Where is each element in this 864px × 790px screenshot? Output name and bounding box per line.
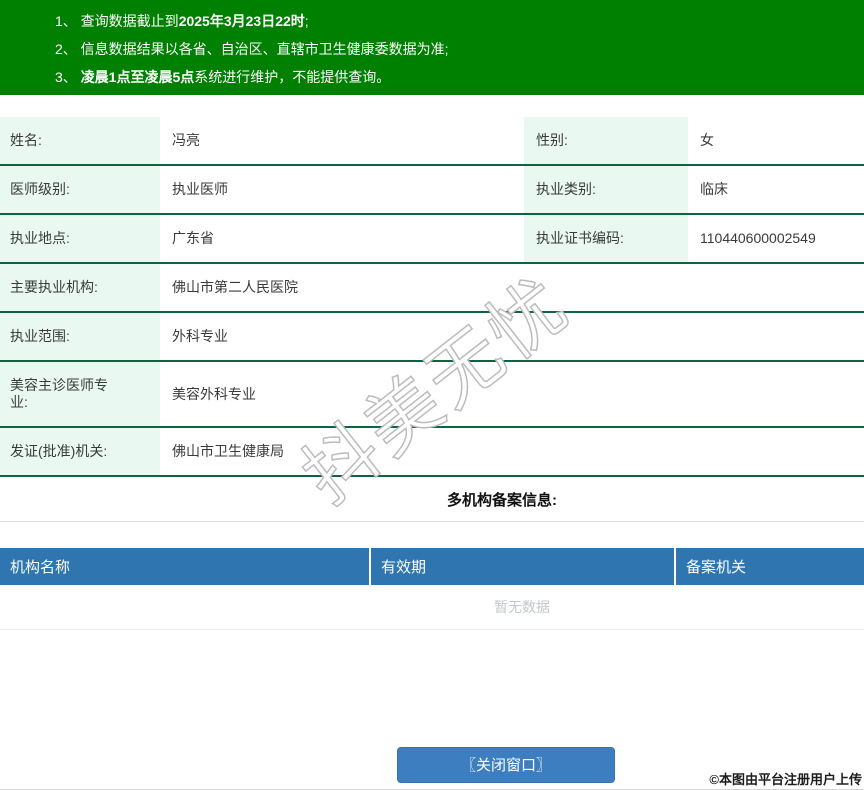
filing-table: 机构名称 有效期 备案机关 暂无数据 bbox=[0, 548, 864, 630]
field-label: 医师级别: bbox=[0, 165, 160, 215]
field-label: 执业范围: bbox=[0, 312, 160, 362]
notice-text-bold: 2025年3月23日22时 bbox=[178, 13, 305, 29]
field-value: 执业医师 bbox=[160, 165, 524, 215]
empty-data-text: 暂无数据 bbox=[494, 599, 550, 615]
copyright-stamp: ©本图由平台注册用户上传 bbox=[709, 772, 862, 787]
field-value: 佛山市第二人民医院 bbox=[160, 263, 864, 313]
profile-row: 执业地点: 广东省 执业证书编码: 110440600002549 bbox=[0, 214, 864, 264]
notice-text: 3、 bbox=[55, 69, 81, 85]
field-value: 广东省 bbox=[160, 214, 524, 264]
notice-line-2: 2、 信息数据结果以各省、自治区、直辖市卫生健康委数据为准; bbox=[55, 35, 864, 63]
doctor-profile-table: 姓名: 冯亮 性别: 女 医师级别: 执业医师 执业类别: 临床 执业地点: 广… bbox=[0, 117, 864, 477]
field-value: 佛山市卫生健康局 bbox=[160, 427, 864, 477]
section-divider bbox=[0, 521, 864, 522]
filing-header-row: 机构名称 有效期 备案机关 bbox=[0, 548, 864, 585]
column-header-authority: 备案机关 bbox=[675, 548, 864, 585]
notice-text: 2、 信息数据结果以各省、自治区、直辖市卫生健康委数据为准; bbox=[55, 41, 449, 57]
profile-row: 美容主诊医师专业: 美容外科专业 bbox=[0, 361, 864, 428]
field-label: 执业类别: bbox=[524, 165, 688, 215]
field-value: 女 bbox=[688, 117, 864, 166]
field-value: 冯亮 bbox=[160, 117, 524, 166]
notice-text-bold: 凌晨1点至凌晨5点 bbox=[80, 69, 195, 85]
notice-text: ; bbox=[304, 13, 309, 29]
field-label: 执业地点: bbox=[0, 214, 160, 264]
notice-line-1: 1、 查询数据截止到2025年3月23日22时; bbox=[55, 7, 864, 35]
column-header-validity: 有效期 bbox=[370, 548, 676, 585]
field-label: 执业证书编码: bbox=[524, 214, 688, 264]
close-window-button[interactable]: 〖关闭窗口〗 bbox=[397, 747, 615, 783]
profile-row: 执业范围: 外科专业 bbox=[0, 312, 864, 362]
field-value: 临床 bbox=[688, 165, 864, 215]
profile-row: 医师级别: 执业医师 执业类别: 临床 bbox=[0, 165, 864, 215]
field-value: 美容外科专业 bbox=[160, 361, 864, 428]
filing-section-title: 多机构备案信息: bbox=[447, 492, 557, 509]
field-value: 外科专业 bbox=[160, 312, 864, 362]
filing-empty-row: 暂无数据 bbox=[0, 585, 864, 630]
profile-row: 主要执业机构: 佛山市第二人民医院 bbox=[0, 263, 864, 313]
field-value: 110440600002549 bbox=[688, 214, 864, 264]
field-label: 发证(批准)机关: bbox=[0, 427, 160, 477]
profile-row: 姓名: 冯亮 性别: 女 bbox=[0, 117, 864, 166]
notice-text: 1、 查询数据截止到 bbox=[55, 13, 179, 29]
field-label: 姓名: bbox=[0, 117, 160, 166]
field-label: 美容主诊医师专业: bbox=[0, 361, 160, 428]
notice-banner: 1、 查询数据截止到2025年3月23日22时; 2、 信息数据结果以各省、自治… bbox=[0, 0, 864, 95]
field-label: 主要执业机构: bbox=[0, 263, 160, 313]
notice-line-3: 3、 凌晨1点至凌晨5点系统进行维护，不能提供查询。 bbox=[55, 63, 864, 91]
field-label: 性别: bbox=[524, 117, 688, 166]
profile-row: 发证(批准)机关: 佛山市卫生健康局 bbox=[0, 427, 864, 477]
column-header-institution: 机构名称 bbox=[0, 548, 371, 585]
notice-text: 系统进行维护，不能提供查询。 bbox=[194, 69, 391, 85]
